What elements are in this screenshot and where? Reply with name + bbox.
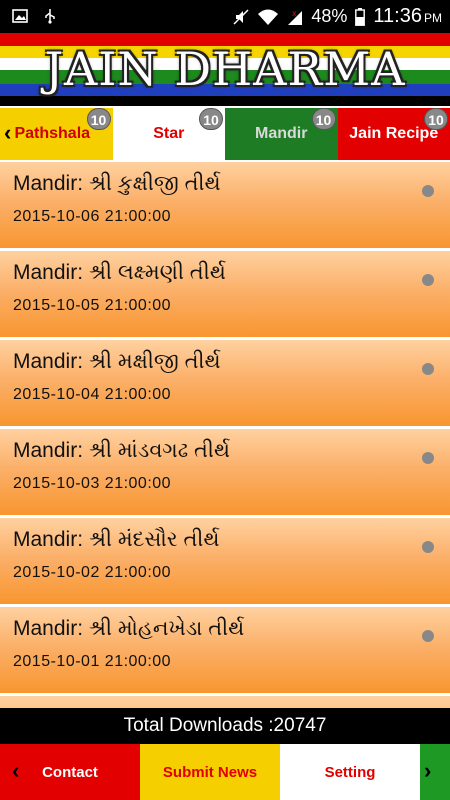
list-item[interactable]: Mandir: શ્રી મોહનખેડા તીર્થ 2015-10-01 2… (0, 607, 450, 693)
chevron-left-icon[interactable]: ‹ (12, 758, 19, 784)
item-date: 2015-10-04 21:00:00 (13, 386, 172, 403)
count-badge: 10 (424, 108, 448, 130)
tab-star[interactable]: Star 10 (112, 108, 225, 160)
status-dot-icon (422, 363, 434, 375)
app-banner: JAIN DHARMA (0, 33, 450, 106)
category-tabs: ‹ Pathshala 10 Star 10 Mandir 10 Jain Re… (0, 108, 450, 160)
more-nav-button[interactable]: › (420, 744, 450, 800)
bottom-nav: ‹ Contact Submit News Setting › (0, 744, 450, 800)
signal-icon: x (288, 9, 303, 25)
mute-icon (233, 8, 249, 25)
list-item[interactable]: Mandir: શ્રી કુક્ષીજી તીર્થ 2015-10-06 2… (0, 162, 450, 248)
list-item-partial[interactable] (0, 696, 450, 708)
battery-percent: 48% (311, 6, 348, 26)
count-badge: 10 (199, 108, 223, 130)
image-icon (12, 9, 28, 23)
status-dot-icon (422, 452, 434, 464)
svg-text:x: x (292, 9, 297, 18)
tab-mandir[interactable]: Mandir 10 (225, 108, 338, 160)
setting-label: Setting (324, 763, 376, 781)
submit-news-button[interactable]: Submit News (140, 744, 280, 800)
news-list[interactable]: Mandir: શ્રી કુક્ષીજી તીર્થ 2015-10-06 2… (0, 162, 450, 708)
battery-icon (355, 7, 366, 26)
count-badge: 10 (86, 108, 111, 130)
status-dot-icon (422, 185, 434, 197)
item-title: Mandir: શ્રી મંદસૌર તીર્થ (13, 528, 220, 551)
status-dot-icon (422, 274, 434, 286)
tab-label: Star (153, 125, 185, 142)
contact-button[interactable]: ‹ Contact (0, 744, 140, 800)
contact-label: Contact (42, 763, 98, 781)
tab-label: Pathshala (14, 125, 91, 142)
status-dot-icon (422, 630, 434, 642)
tab-label: Mandir (255, 125, 308, 142)
chevron-right-icon[interactable]: › (424, 758, 431, 784)
count-badge: 10 (311, 108, 336, 130)
list-item[interactable]: Mandir: શ્રી મંદસૌર તીર્થ 2015-10-02 21:… (0, 518, 450, 604)
list-item[interactable]: Mandir: શ્રી માંડવગઢ તીર્થ 2015-10-03 21… (0, 429, 450, 515)
app-title: JAIN DHARMA (44, 42, 406, 96)
item-title: Mandir: શ્રી મક્ષીજી તીર્થ (13, 350, 221, 373)
list-item[interactable]: Mandir: શ્રી લક્ષ્મણી તીર્થ 2015-10-05 2… (0, 251, 450, 337)
item-date: 2015-10-01 21:00:00 (13, 653, 172, 670)
usb-icon (45, 9, 55, 24)
item-date: 2015-10-03 21:00:00 (13, 475, 172, 492)
setting-button[interactable]: Setting (280, 744, 420, 800)
item-date: 2015-10-02 21:00:00 (13, 564, 172, 581)
item-title: Mandir: શ્રી કુક્ષીજી તીર્થ (13, 172, 221, 195)
item-date: 2015-10-05 21:00:00 (13, 297, 172, 314)
item-date: 2015-10-06 21:00:00 (13, 208, 172, 225)
item-title: Mandir: શ્રી મોહનખેડા તીર્થ (13, 617, 245, 640)
total-downloads: Total Downloads :20747 (0, 708, 450, 744)
list-item[interactable]: Mandir: શ્રી મક્ષીજી તીર્થ 2015-10-04 21… (0, 340, 450, 426)
item-title: Mandir: શ્રી લક્ષ્મણી તીર્થ (13, 261, 226, 284)
item-title: Mandir: શ્રી માંડવગઢ તીર્થ (13, 439, 231, 462)
tab-jain-recipe[interactable]: Jain Recipe 10 (337, 108, 450, 160)
clock: 11:36 PM (373, 5, 442, 27)
submit-news-label: Submit News (162, 763, 258, 781)
tab-label: Jain Recipe (349, 125, 439, 142)
status-dot-icon (422, 541, 434, 553)
tab-pathshala[interactable]: ‹ Pathshala 10 (0, 108, 113, 160)
status-bar: x 48% 11:36 PM (0, 0, 450, 33)
wifi-icon (258, 9, 279, 25)
